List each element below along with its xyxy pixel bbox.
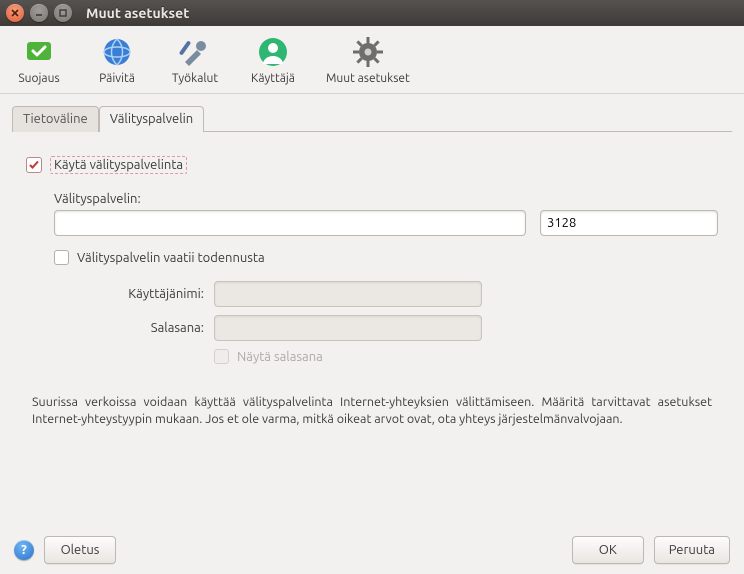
cancel-button[interactable]: Peruuta [654, 536, 730, 564]
proxy-host-input[interactable] [54, 210, 526, 236]
help-icon[interactable]: ? [14, 540, 34, 560]
toolbar-item-user[interactable]: Käyttäjä [248, 36, 298, 85]
use-proxy-checkbox[interactable] [26, 157, 42, 173]
ok-button[interactable]: OK [572, 536, 644, 564]
tools-icon [179, 36, 211, 68]
globe-icon [101, 36, 133, 68]
proxy-info-text: Suurissa verkoissa voidaan käyttää välit… [32, 394, 712, 428]
password-input[interactable] [214, 315, 482, 341]
user-icon [257, 36, 289, 68]
tab-media[interactable]: Tietoväline [12, 106, 99, 132]
toolbar-item-tools[interactable]: Työkalut [170, 36, 220, 85]
use-proxy-label: Käytä välityspalvelinta [50, 156, 187, 174]
tab-proxy-panel: Käytä välityspalvelinta Välityspalvelin:… [0, 132, 744, 436]
shield-check-icon [23, 36, 55, 68]
titlebar: Muut asetukset [0, 0, 744, 26]
window-maximize-icon[interactable] [54, 4, 72, 22]
password-label: Salasana: [54, 321, 214, 335]
username-label: Käyttäjänimi: [54, 287, 214, 301]
toolbar-item-other-settings[interactable]: Muut asetukset [326, 36, 410, 85]
proxy-auth-checkbox[interactable] [54, 250, 69, 265]
tab-proxy[interactable]: Välityspalvelin [99, 106, 204, 132]
proxy-host-label: Välityspalvelin: [54, 192, 718, 206]
show-password-label: Näytä salasana [237, 350, 323, 364]
window-close-icon[interactable] [6, 4, 24, 22]
window-title: Muut asetukset [86, 5, 189, 21]
proxy-auth-label: Välityspalvelin vaatii todennusta [77, 251, 265, 265]
proxy-port-input[interactable] [540, 210, 718, 236]
toolbar-item-protection[interactable]: Suojaus [14, 36, 64, 85]
window-minimize-icon[interactable] [30, 4, 48, 22]
toolbar-item-update[interactable]: Päivitä [92, 36, 142, 85]
show-password-checkbox [214, 349, 229, 364]
dialog-footer: ? Oletus OK Peruuta [0, 526, 744, 574]
main-toolbar: Suojaus Päivitä Työkalut Käyttäjä Muut a… [0, 26, 744, 93]
gear-icon [352, 36, 384, 68]
tabs: Tietoväline Välityspalvelin [0, 94, 744, 132]
username-input[interactable] [214, 281, 482, 307]
defaults-button[interactable]: Oletus [44, 536, 116, 564]
